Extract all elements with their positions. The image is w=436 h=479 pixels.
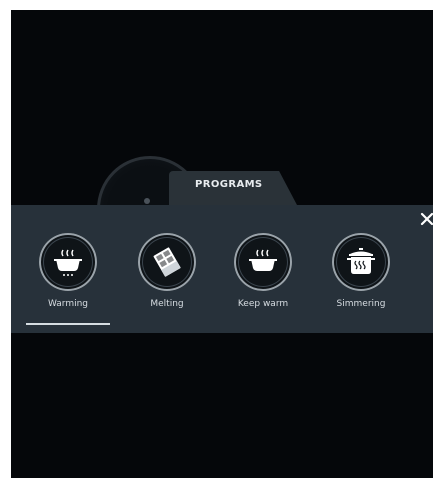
close-icon[interactable] [420, 211, 433, 226]
cooktop-display: PROGRAMS Warming Melting Keep warm Simme… [11, 10, 433, 478]
dial-indicator [144, 198, 150, 204]
program-circle [234, 233, 292, 291]
program-circle [138, 233, 196, 291]
keep-warm-pot-icon [246, 247, 280, 277]
program-circle [39, 233, 97, 291]
program-label: Keep warm [237, 299, 289, 309]
program-label: Warming [47, 299, 89, 309]
simmering-pot-icon [344, 246, 378, 278]
program-label: Melting [150, 299, 184, 309]
program-simmering[interactable]: Simmering [325, 233, 397, 309]
program-warming[interactable]: Warming [32, 233, 104, 309]
program-keep-warm[interactable]: Keep warm [227, 233, 299, 309]
chocolate-icon [150, 245, 184, 279]
programs-tab-label: PROGRAMS [195, 179, 263, 190]
warming-pot-icon [51, 247, 85, 277]
program-circle [332, 233, 390, 291]
program-label: Simmering [336, 299, 386, 309]
selected-program-indicator [26, 323, 110, 325]
program-melting[interactable]: Melting [131, 233, 203, 309]
